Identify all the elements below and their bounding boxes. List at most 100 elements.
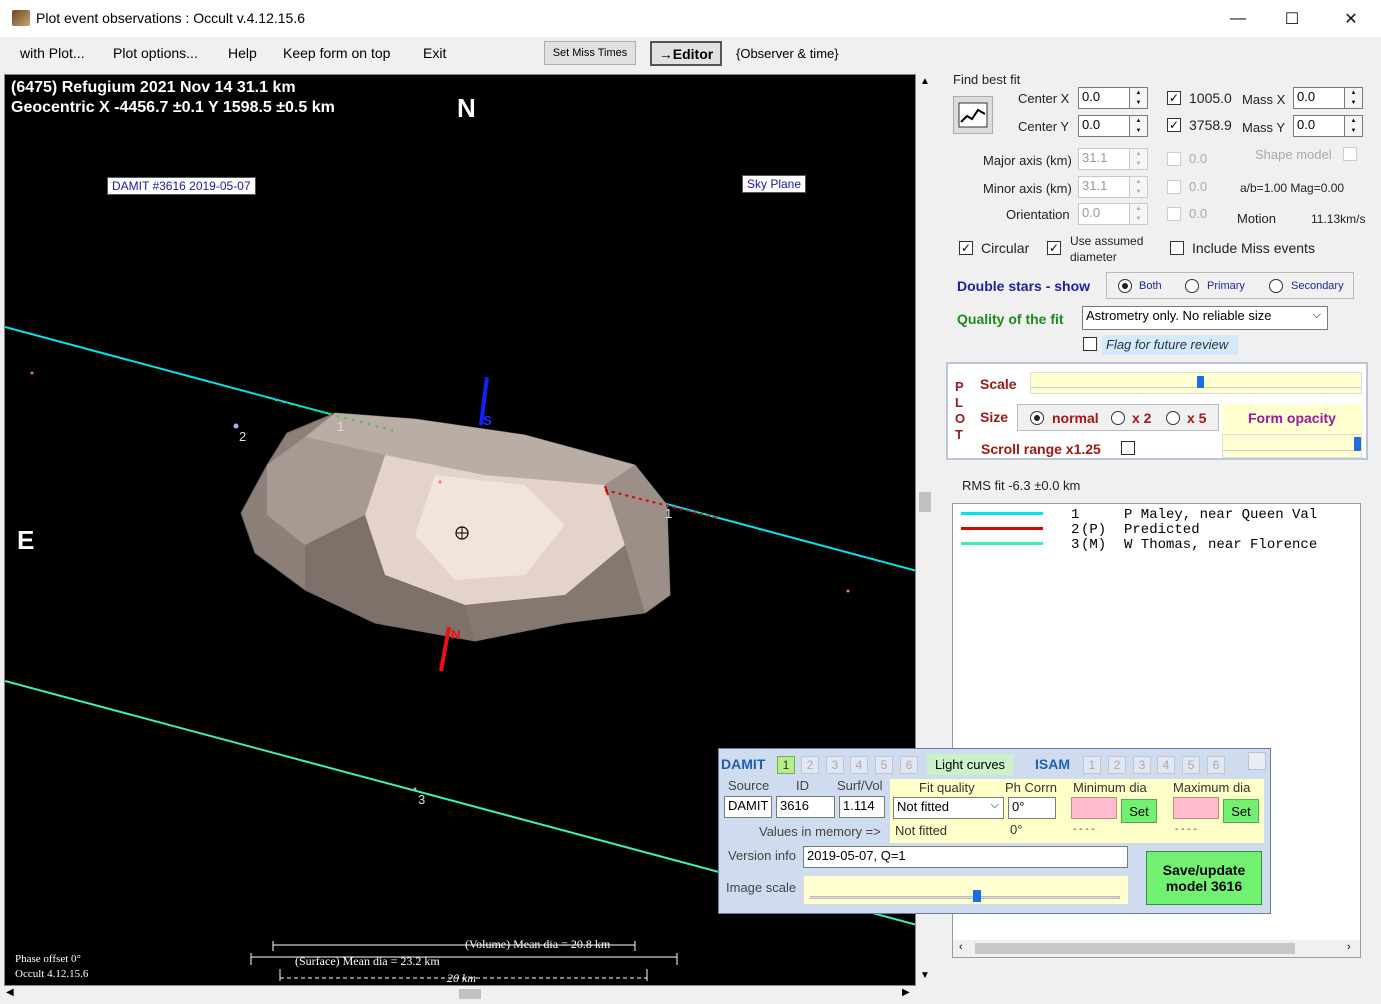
set-miss-times-button[interactable]: Set Miss Times xyxy=(544,41,636,65)
scroll-range-checkbox[interactable] xyxy=(1121,441,1135,455)
legend-hscroll[interactable]: ‹ › xyxy=(953,940,1360,957)
y-fit-checkbox[interactable]: ✓ xyxy=(1167,118,1181,132)
double-primary-label: Primary xyxy=(1207,280,1245,292)
scale-label: Scale xyxy=(980,376,1017,392)
double-both-radio[interactable] xyxy=(1118,279,1132,293)
damit-model-5[interactable]: 5 xyxy=(875,756,893,774)
center-x-spinner[interactable]: ▲ ▼ xyxy=(1130,87,1148,109)
isam-model-2[interactable]: 2 xyxy=(1108,756,1126,774)
scroll-down-icon[interactable]: ▼ xyxy=(920,970,930,981)
x-fit-checkbox[interactable]: ✓ xyxy=(1167,91,1181,105)
menu-keep-on-top[interactable]: Keep form on top xyxy=(283,45,390,61)
double-secondary-radio[interactable] xyxy=(1269,279,1283,293)
quality-select[interactable]: Astrometry only. No reliable size ⌵ xyxy=(1082,306,1328,330)
legend-scroll-right-icon[interactable]: › xyxy=(1347,941,1351,953)
editor-button[interactable]: →Editor xyxy=(650,41,722,66)
scroll-left-icon[interactable]: ◀ xyxy=(6,987,14,998)
chord-label-3: 3 xyxy=(418,792,426,807)
mass-y-input[interactable]: 0.0 xyxy=(1293,115,1345,137)
orientation-fit-checkbox[interactable] xyxy=(1167,207,1181,221)
isam-model-5[interactable]: 5 xyxy=(1182,756,1200,774)
damit-model-6[interactable]: 6 xyxy=(900,756,918,774)
version-info-field[interactable]: 2019-05-07, Q=1 xyxy=(803,846,1128,868)
size-x2-radio[interactable] xyxy=(1111,411,1125,425)
scroll-range-label: Scroll range x1.25 xyxy=(981,441,1101,457)
mass-x-spinner[interactable]: ▲ ▼ xyxy=(1345,87,1363,109)
ab-mag-text: a/b=1.00 Mag=0.00 xyxy=(1240,181,1345,195)
scale-slider[interactable] xyxy=(1030,372,1362,394)
size-normal-radio[interactable] xyxy=(1030,411,1044,425)
damit-model-4[interactable]: 4 xyxy=(850,756,868,774)
menu-help[interactable]: Help xyxy=(228,45,257,61)
minor-axis-input[interactable]: 31.1 xyxy=(1078,176,1130,198)
damit-close-button[interactable] xyxy=(1248,752,1266,770)
use-assumed-checkbox[interactable]: ✓ xyxy=(1047,241,1061,255)
image-scale-slider[interactable] xyxy=(803,875,1129,905)
isam-model-4[interactable]: 4 xyxy=(1157,756,1175,774)
damit-panel: DAMIT 1 2 3 4 5 6 Light curves ISAM 1 2 … xyxy=(718,748,1271,914)
center-y-input[interactable]: 0.0 xyxy=(1078,115,1130,137)
source-field[interactable]: DAMIT xyxy=(724,796,772,818)
damit-model-3[interactable]: 3 xyxy=(826,756,844,774)
menu-plot-options[interactable]: Plot options... xyxy=(113,45,198,61)
save-update-model-button[interactable]: Save/update model 3616 xyxy=(1146,851,1262,905)
id-field[interactable]: 3616 xyxy=(776,796,835,818)
minor-axis-spinner[interactable]: ▲ ▼ xyxy=(1130,176,1148,198)
find-best-fit-button[interactable] xyxy=(953,96,993,134)
opacity-slider-thumb[interactable] xyxy=(1354,437,1362,451)
orientation-label: Orientation xyxy=(1006,207,1070,222)
major-axis-spinner[interactable]: ▲ ▼ xyxy=(1130,148,1148,170)
minor-fit-checkbox[interactable] xyxy=(1167,180,1181,194)
opacity-slider[interactable] xyxy=(1222,434,1362,458)
scroll-right-icon[interactable]: ▶ xyxy=(902,987,910,998)
fit-quality-select[interactable]: Not fitted ⌵ xyxy=(893,797,1004,819)
set-max-dia-button[interactable]: Set xyxy=(1223,799,1259,823)
min-dia-field[interactable] xyxy=(1071,797,1117,819)
chevron-down-icon: ⌵ xyxy=(990,799,999,811)
major-fit-checkbox[interactable] xyxy=(1167,152,1181,166)
isam-model-3[interactable]: 3 xyxy=(1133,756,1151,774)
double-primary-radio[interactable] xyxy=(1185,279,1199,293)
legend-scroll-thumb[interactable] xyxy=(975,943,1295,954)
circular-checkbox[interactable]: ✓ xyxy=(959,241,973,255)
minimize-button[interactable]: — xyxy=(1215,0,1261,37)
light-curves-button[interactable]: Light curves xyxy=(927,754,1013,775)
set-min-dia-button[interactable]: Set xyxy=(1121,799,1157,823)
observer-time-link[interactable]: {Observer & time} xyxy=(736,46,839,61)
isam-model-1[interactable]: 1 xyxy=(1083,756,1101,774)
center-x-input[interactable]: 0.0 xyxy=(1078,87,1130,109)
close-button[interactable]: ✕ xyxy=(1328,0,1374,37)
memory-max-dia: - - - - xyxy=(1175,824,1197,835)
isam-model-6[interactable]: 6 xyxy=(1207,756,1225,774)
damit-model-1[interactable]: 1 xyxy=(777,756,795,774)
use-assumed-label: Use assumed diameter xyxy=(1070,234,1144,264)
app-icon xyxy=(12,10,30,26)
maximize-button[interactable]: ☐ xyxy=(1269,0,1315,37)
ph-corr-field[interactable]: 0° xyxy=(1008,797,1056,819)
flag-review-checkbox[interactable] xyxy=(1083,337,1097,351)
center-y-spinner[interactable]: ▲ ▼ xyxy=(1130,115,1148,137)
shape-model-checkbox[interactable] xyxy=(1343,147,1357,161)
size-x5-radio[interactable] xyxy=(1166,411,1180,425)
image-scale-thumb[interactable] xyxy=(973,890,982,902)
plot-horizontal-scrollbar[interactable]: ◀ ▶ xyxy=(4,986,916,1002)
surfvol-field[interactable]: 1.114 xyxy=(839,796,885,818)
h-scroll-thumb[interactable] xyxy=(459,989,481,999)
mass-x-input[interactable]: 0.0 xyxy=(1293,87,1345,109)
scroll-up-icon[interactable]: ▲ xyxy=(920,76,930,87)
scale-slider-thumb[interactable] xyxy=(1197,376,1204,388)
major-axis-input[interactable]: 31.1 xyxy=(1078,148,1130,170)
orientation-fit-value: 0.0 xyxy=(1189,206,1208,221)
mass-y-spinner[interactable]: ▲ ▼ xyxy=(1345,115,1363,137)
scroll-thumb[interactable] xyxy=(919,492,931,512)
damit-model-2[interactable]: 2 xyxy=(801,756,819,774)
include-miss-label: Include Miss events xyxy=(1192,240,1315,256)
orientation-input[interactable]: 0.0 xyxy=(1078,203,1130,225)
menu-with-plot[interactable]: with Plot... xyxy=(20,45,85,61)
double-secondary-label: Secondary xyxy=(1291,280,1344,292)
max-dia-field[interactable] xyxy=(1173,797,1219,819)
menu-exit[interactable]: Exit xyxy=(423,45,446,61)
legend-scroll-left-icon[interactable]: ‹ xyxy=(959,941,963,953)
include-miss-checkbox[interactable] xyxy=(1170,241,1184,255)
orientation-spinner[interactable]: ▲ ▼ xyxy=(1130,203,1148,225)
